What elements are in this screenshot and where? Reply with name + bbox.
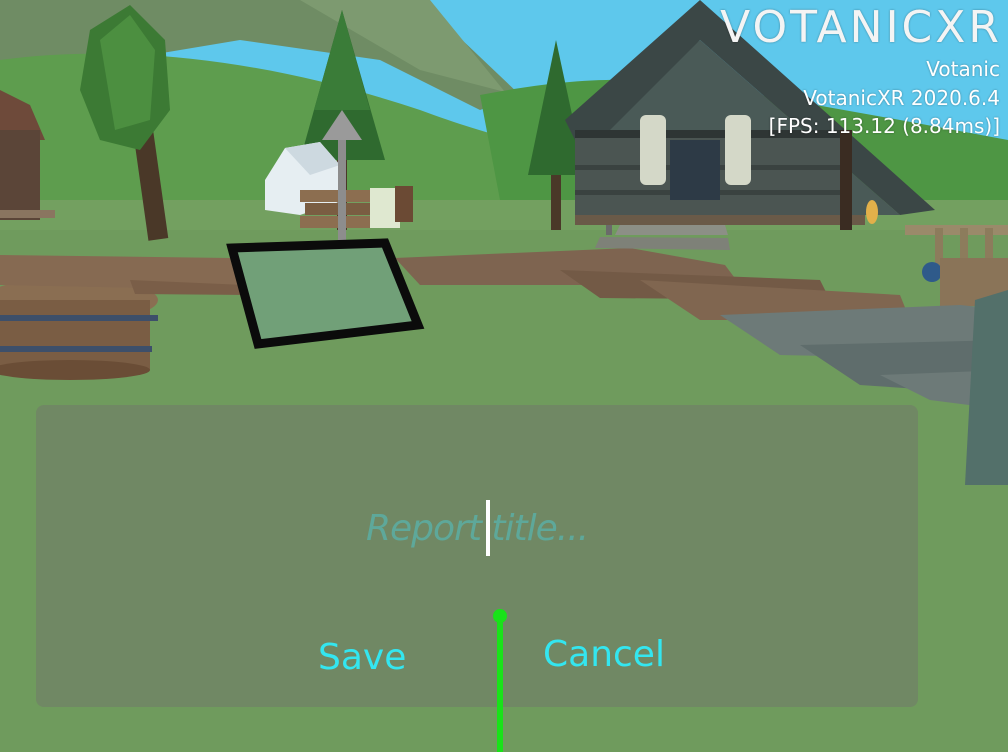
fps-counter: [FPS: 113.12 (8.84ms)]	[768, 114, 1000, 138]
log-pile	[300, 186, 413, 228]
pointer-tip	[493, 609, 507, 623]
report-dialog: Report title... Save Cancel	[36, 405, 918, 707]
wooden-tub	[0, 278, 158, 380]
cancel-button[interactable]: Cancel	[543, 634, 665, 675]
text-cursor	[486, 500, 490, 556]
app-name-label: Votanic	[926, 57, 1000, 81]
save-button[interactable]: Save	[318, 637, 406, 678]
report-title-input[interactable]: Report title...	[366, 502, 666, 556]
votanicxr-logo: VOTANICXR	[720, 2, 1002, 53]
teleport-marker	[226, 238, 425, 349]
app-version-label: VotanicXR 2020.6.4	[803, 86, 1000, 110]
controller-pointer-ray	[497, 617, 503, 752]
